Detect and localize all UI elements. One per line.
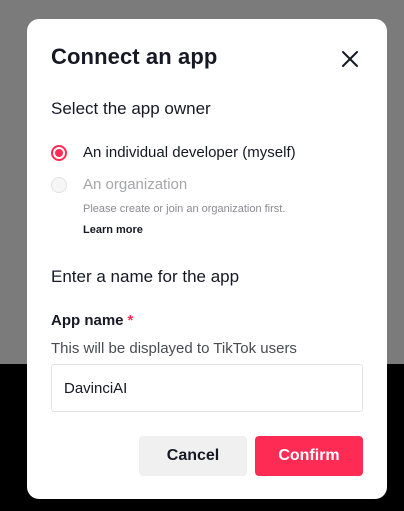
- close-button[interactable]: [337, 46, 363, 72]
- connect-app-dialog: Connect an app Select the app owner An i…: [27, 19, 387, 499]
- radio-organization: [51, 177, 67, 193]
- app-name-input[interactable]: [51, 364, 363, 412]
- organization-hint: Please create or join an organization fi…: [83, 203, 286, 215]
- radio-label-individual[interactable]: An individual developer (myself): [83, 144, 296, 161]
- dialog-title: Connect an app: [51, 44, 218, 69]
- required-asterisk: *: [127, 312, 134, 329]
- learn-more-link[interactable]: Learn more: [83, 224, 143, 236]
- app-name-description: This will be displayed to TikTok users: [51, 340, 297, 357]
- cancel-button[interactable]: Cancel: [139, 436, 247, 476]
- owner-section-heading: Select the app owner: [51, 99, 211, 118]
- name-section-heading: Enter a name for the app: [51, 267, 240, 286]
- app-name-label-text: App name: [51, 312, 124, 329]
- radio-label-organization: An organization: [83, 176, 188, 193]
- radio-individual-developer[interactable]: [51, 145, 67, 161]
- close-icon: [342, 51, 358, 67]
- app-name-label: App name *: [51, 312, 133, 329]
- confirm-button[interactable]: Confirm: [255, 436, 363, 476]
